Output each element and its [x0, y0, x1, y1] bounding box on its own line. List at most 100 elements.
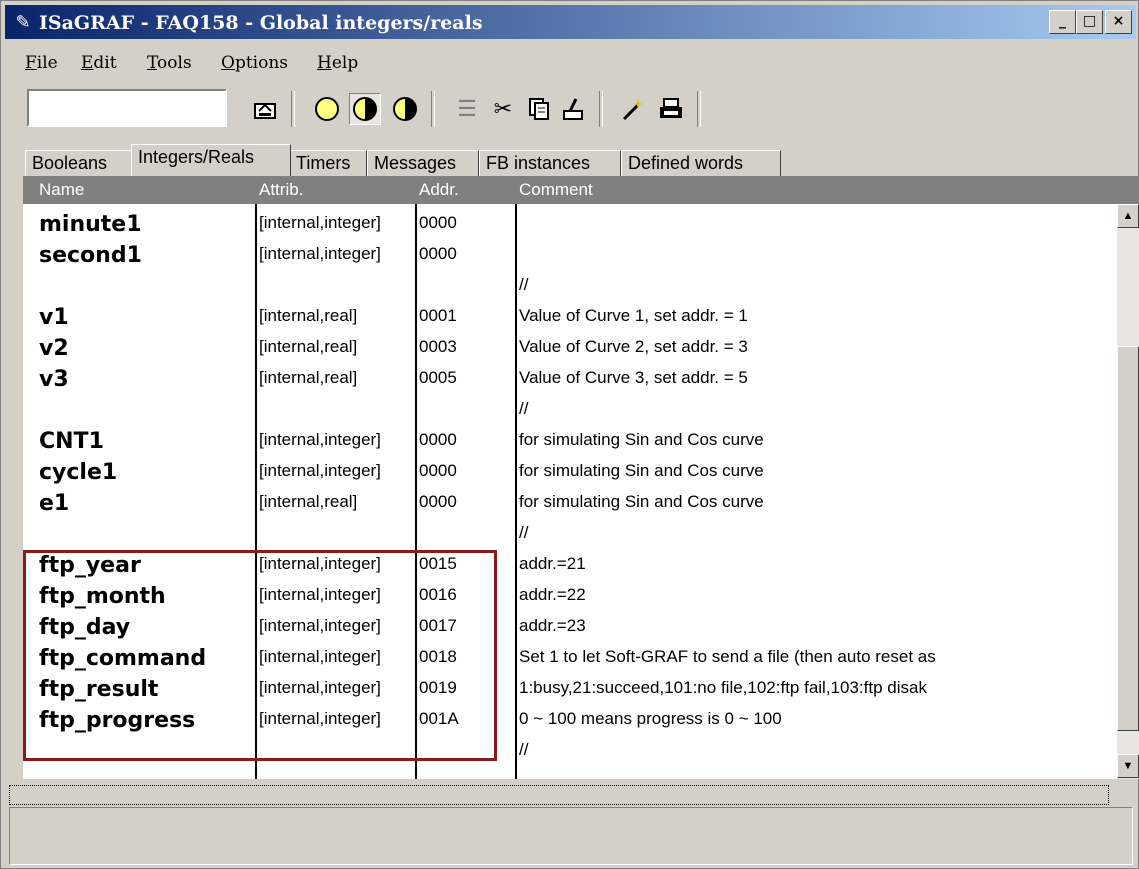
- scroll-up-arrow-icon[interactable]: ▲: [1117, 204, 1139, 228]
- comment-cell: for simulating Sin and Cos curve: [519, 430, 764, 449]
- column-header-name[interactable]: Name: [39, 180, 84, 200]
- column-header-attrib[interactable]: Attrib.: [259, 180, 303, 200]
- window-title: ISaGRAF - FAQ158 - Global integers/reals: [39, 12, 483, 34]
- table-row[interactable]: //: [23, 395, 1118, 426]
- paste-icon[interactable]: [557, 93, 589, 125]
- variable-combo-box[interactable]: [27, 89, 227, 127]
- address-cell: 0005: [419, 368, 457, 387]
- circle-quarter-icon[interactable]: [389, 93, 421, 125]
- title-bar: ✎ ISaGRAF - FAQ158 - Global integers/rea…: [5, 5, 1136, 39]
- comment-cell: //: [519, 399, 529, 418]
- comment-cell: 0 ~ 100 means progress is 0 ~ 100: [519, 709, 782, 728]
- table-row[interactable]: //: [23, 519, 1118, 550]
- comment-cell: addr.=21: [519, 554, 586, 573]
- variable-name-cell: second1: [39, 243, 142, 268]
- menu-file[interactable]: File: [25, 53, 58, 73]
- list-icon[interactable]: ☰: [451, 93, 483, 125]
- attrib-cell: [internal,integer]: [259, 430, 381, 449]
- app-window: ✎ ISaGRAF - FAQ158 - Global integers/rea…: [0, 0, 1139, 869]
- menu-edit[interactable]: Edit: [81, 53, 117, 73]
- variables-grid: Name Attrib. Addr. Comment minute1 [inter…: [23, 176, 1139, 779]
- comment-cell: Value of Curve 2, set addr. = 3: [519, 337, 748, 356]
- address-cell: 0000: [419, 244, 457, 263]
- circle-half-icon[interactable]: [349, 93, 381, 125]
- attrib-cell: [internal,real]: [259, 368, 358, 387]
- circle-empty-icon[interactable]: [311, 93, 343, 125]
- variable-name-cell: cycle1: [39, 460, 118, 485]
- maximize-button[interactable]: □: [1076, 10, 1103, 34]
- attrib-cell: [internal,integer]: [259, 244, 381, 263]
- cut-icon[interactable]: ✂: [487, 93, 519, 125]
- attrib-cell: [internal,real]: [259, 492, 358, 511]
- column-header-addr[interactable]: Addr.: [419, 180, 459, 200]
- address-cell: 0000: [419, 213, 457, 232]
- scrollbar-thumb[interactable]: [1117, 346, 1139, 731]
- comment-cell: Value of Curve 3, set addr. = 5: [519, 368, 748, 387]
- address-cell: 0000: [419, 461, 457, 480]
- tab-defined-words[interactable]: Defined words: [621, 150, 781, 176]
- tab-booleans[interactable]: Booleans: [25, 150, 133, 176]
- table-row[interactable]: second1 [internal,integer] 0000: [23, 240, 1118, 271]
- tab-messages[interactable]: Messages: [367, 150, 479, 176]
- variable-name-cell: v2: [39, 336, 69, 361]
- comment-cell: for simulating Sin and Cos curve: [519, 492, 764, 511]
- attrib-cell: [internal,integer]: [259, 461, 381, 480]
- table-row[interactable]: CNT1 [internal,integer] 0000 for simulating…: [23, 426, 1118, 457]
- close-button[interactable]: ×: [1105, 10, 1132, 34]
- menu-tools[interactable]: Tools: [147, 53, 192, 73]
- scroll-down-arrow-icon[interactable]: ▼: [1117, 754, 1139, 778]
- table-row[interactable]: v1 [internal,real] 0001 Value of Curve 1, s…: [23, 302, 1118, 333]
- toolbar-separator: [599, 91, 603, 127]
- comment-cell: Set 1 to let Soft-GRAF to send a file (t…: [519, 647, 936, 666]
- attrib-cell: [internal,real]: [259, 306, 358, 325]
- variable-name-cell: v1: [39, 305, 69, 330]
- variable-name-cell: e1: [39, 491, 70, 516]
- address-cell: 0003: [419, 337, 457, 356]
- menu-options[interactable]: Options: [221, 53, 288, 73]
- comment-cell: for simulating Sin and Cos curve: [519, 461, 764, 480]
- toolbar: ☰ ✂: [5, 89, 1136, 133]
- table-row[interactable]: e1 [internal,real] 0000 for simulating Sin …: [23, 488, 1118, 519]
- highlight-box-ftp-variables: [23, 550, 497, 761]
- print-icon[interactable]: [655, 93, 687, 125]
- tab-strip: Booleans Integers/Reals Timers Messages …: [25, 144, 1125, 176]
- menu-bar: File Edit Tools Options Help: [5, 49, 1136, 79]
- toolbar-separator: [697, 91, 701, 127]
- table-row[interactable]: cycle1 [internal,integer] 0000 for simulati…: [23, 457, 1118, 488]
- minimize-button[interactable]: _: [1049, 10, 1076, 34]
- table-row[interactable]: minute1 [internal,integer] 0000: [23, 209, 1118, 240]
- horizontal-splitter[interactable]: [9, 785, 1109, 805]
- isagraf-app-icon[interactable]: ✎: [11, 11, 35, 33]
- variable-name-cell: v3: [39, 367, 69, 392]
- comment-cell: addr.=22: [519, 585, 586, 604]
- comment-cell: 1:busy,21:succeed,101:no file,102:ftp fa…: [519, 678, 927, 697]
- copy-icon[interactable]: [523, 93, 555, 125]
- variable-name-cell: minute1: [39, 212, 142, 237]
- open-icon[interactable]: [249, 93, 281, 125]
- address-cell: 0000: [419, 430, 457, 449]
- attrib-cell: [internal,real]: [259, 337, 358, 356]
- variable-name-cell: CNT1: [39, 429, 104, 454]
- table-row[interactable]: //: [23, 271, 1118, 302]
- toolbar-separator: [431, 91, 435, 127]
- toolbar-separator: [291, 91, 295, 127]
- comment-cell: //: [519, 740, 529, 759]
- wand-icon[interactable]: [617, 93, 649, 125]
- grid-header: Name Attrib. Addr. Comment: [23, 176, 1139, 204]
- table-row[interactable]: v2 [internal,real] 0003 Value of Curve 2, s…: [23, 333, 1118, 364]
- table-row[interactable]: v3 [internal,real] 0005 Value of Curve 3, s…: [23, 364, 1118, 395]
- comment-cell: //: [519, 523, 529, 542]
- tab-timers[interactable]: Timers: [289, 150, 367, 176]
- column-header-comment[interactable]: Comment: [519, 180, 593, 200]
- comment-cell: Value of Curve 1, set addr. = 1: [519, 306, 748, 325]
- attrib-cell: [internal,integer]: [259, 213, 381, 232]
- vertical-scrollbar[interactable]: ▲ ▼: [1117, 204, 1139, 779]
- comment-cell: addr.=23: [519, 616, 586, 635]
- address-cell: 0000: [419, 492, 457, 511]
- tab-integers-reals[interactable]: Integers/Reals: [131, 144, 291, 176]
- address-cell: 0001: [419, 306, 457, 325]
- tab-fb-instances[interactable]: FB instances: [479, 150, 621, 176]
- comment-cell: //: [519, 275, 529, 294]
- message-panel: [9, 807, 1133, 865]
- menu-help[interactable]: Help: [317, 53, 358, 73]
